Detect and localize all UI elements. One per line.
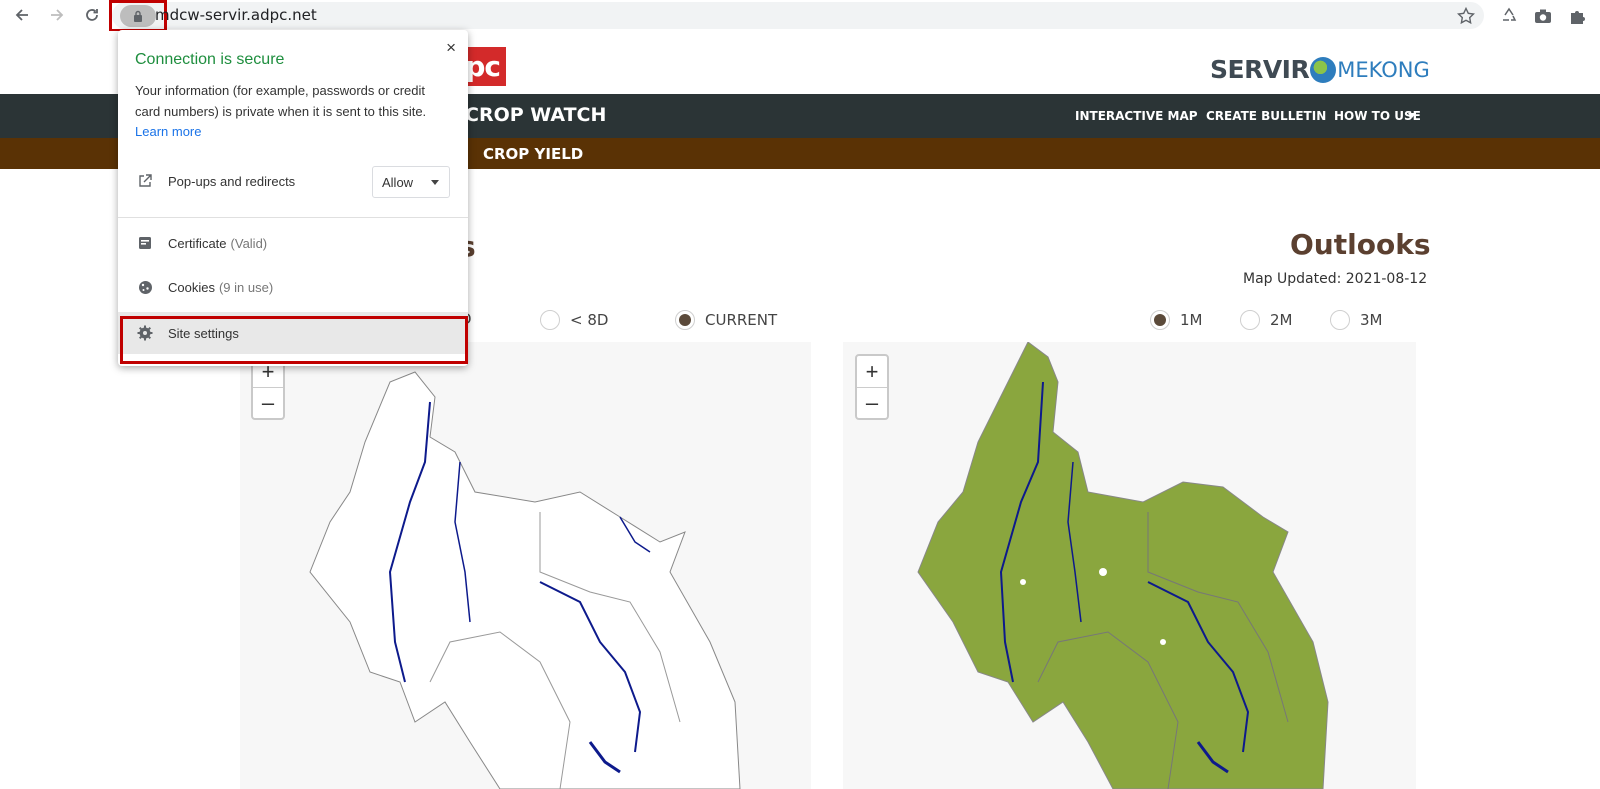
connection-secure-title: Connection is secure: [135, 51, 285, 68]
camera-icon[interactable]: [1532, 5, 1554, 27]
caret-down-icon[interactable]: [1408, 113, 1416, 118]
right-map[interactable]: [843, 342, 1416, 789]
url-text[interactable]: mdcw-servir.adpc.net: [155, 6, 317, 24]
learn-more-link[interactable]: Learn more: [135, 124, 201, 139]
close-icon[interactable]: ×: [446, 38, 456, 58]
recycle-extension-icon[interactable]: [1498, 5, 1520, 27]
radio-current[interactable]: [675, 310, 695, 330]
dropdown-arrow-icon: [431, 180, 439, 185]
outlooks-heading: Outlooks: [1290, 228, 1431, 261]
radio-2m[interactable]: [1240, 310, 1260, 330]
radio-option-8d[interactable]: < 8D: [540, 310, 608, 330]
left-map-graphic: [309, 371, 741, 789]
radio-label-8d: < 8D: [570, 311, 609, 329]
servir-mekong-logo[interactable]: SERVIR MEKONG: [1210, 55, 1430, 84]
browser-toolbar: mdcw-servir.adpc.net: [0, 0, 1600, 32]
cookie-icon: [136, 278, 154, 296]
cookies-status: (9 in use): [218, 279, 274, 295]
address-bar[interactable]: [112, 2, 1484, 29]
certificate-status: (Valid): [230, 235, 268, 251]
mekong-logo-text: MEKONG: [1337, 57, 1430, 82]
servir-logo-text: SERVIR: [1210, 55, 1310, 84]
left-zoom-out-button[interactable]: –: [253, 387, 283, 418]
cookies-label: Cookies: [168, 279, 215, 295]
site-settings-highlight-box: [120, 316, 468, 364]
forward-icon[interactable]: [45, 4, 69, 26]
cookies-row[interactable]: Cookies (9 in use): [118, 274, 468, 300]
radio-8d[interactable]: [540, 310, 560, 330]
right-zoom-out-button[interactable]: –: [857, 387, 887, 418]
certificate-label: Certificate: [168, 235, 227, 251]
radio-option-current[interactable]: CURRENT: [675, 310, 777, 330]
right-zoom-control: + –: [855, 354, 889, 420]
crop-watch-title[interactable]: CROP WATCH: [465, 104, 606, 126]
nav-create-bulletin[interactable]: CREATE BULLETIN: [1206, 109, 1326, 123]
radio-option-1m[interactable]: 1M: [1150, 310, 1203, 330]
nav-interactive-map[interactable]: INTERACTIVE MAP: [1075, 109, 1198, 123]
popups-redirects-label: Pop-ups and redirects: [168, 173, 296, 189]
radio-label-current: CURRENT: [705, 311, 778, 329]
crop-yield-title[interactable]: CROP YIELD: [483, 145, 583, 163]
reload-icon[interactable]: [80, 4, 104, 26]
radio-label-3m: 3M: [1360, 311, 1383, 329]
radio-option-2m[interactable]: 2M: [1240, 310, 1293, 330]
bookmark-star-icon[interactable]: [1455, 5, 1477, 27]
right-map-graphic: [917, 342, 1329, 789]
popup-divider: [118, 217, 468, 218]
back-icon[interactable]: [10, 4, 34, 26]
right-zoom-in-button[interactable]: +: [857, 356, 887, 387]
radio-1m[interactable]: [1150, 310, 1170, 330]
puzzle-extensions-icon[interactable]: [1567, 5, 1589, 27]
allow-select-value: Allow: [382, 174, 414, 190]
map-updated-text: Map Updated: 2021-08-12: [1243, 271, 1428, 287]
radio-label-1m: 1M: [1180, 311, 1203, 329]
certificate-row[interactable]: Certificate (Valid): [118, 230, 468, 256]
connection-description: Your information (for example, passwords…: [135, 83, 427, 119]
radio-option-3m[interactable]: 3M: [1330, 310, 1383, 330]
popups-allow-select[interactable]: Allow: [372, 166, 450, 198]
globe-icon: [1310, 56, 1337, 83]
radio-label-2m: 2M: [1270, 311, 1293, 329]
external-link-icon: [136, 172, 154, 190]
certificate-icon: [136, 234, 154, 252]
radio-3m[interactable]: [1330, 310, 1350, 330]
left-map[interactable]: [240, 342, 811, 789]
